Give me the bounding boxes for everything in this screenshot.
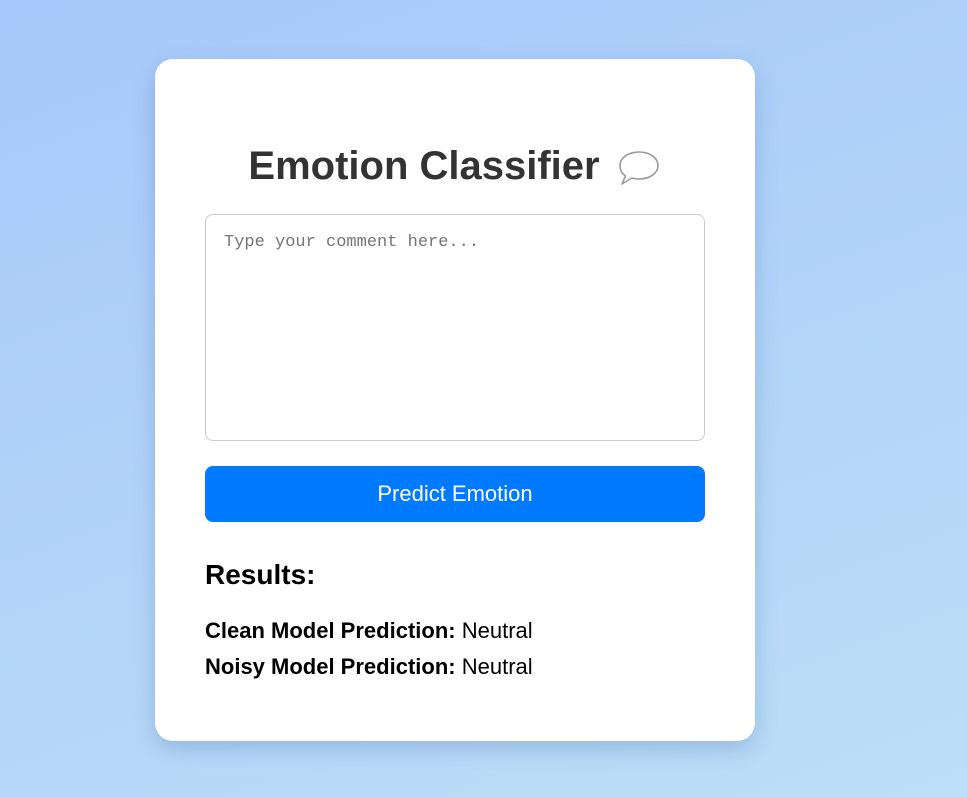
comment-input[interactable] (205, 214, 705, 441)
page-title: Emotion Classifier (248, 144, 600, 188)
results-heading: Results: (205, 559, 316, 590)
speech-bubble-icon (616, 148, 662, 188)
noisy-model-value: Neutral (461, 654, 533, 679)
clean-model-label: Clean Model Prediction: (205, 618, 456, 643)
classifier-card: Emotion Classifier Predict Emotion Resul… (155, 59, 755, 741)
clean-model-result: Clean Model Prediction: Neutral (205, 618, 533, 644)
noisy-model-result: Noisy Model Prediction: Neutral (205, 654, 533, 680)
clean-model-value: Neutral (461, 618, 533, 643)
title-row: Emotion Classifier (155, 143, 755, 189)
noisy-model-label: Noisy Model Prediction: (205, 654, 456, 679)
predict-emotion-button[interactable]: Predict Emotion (205, 466, 705, 522)
